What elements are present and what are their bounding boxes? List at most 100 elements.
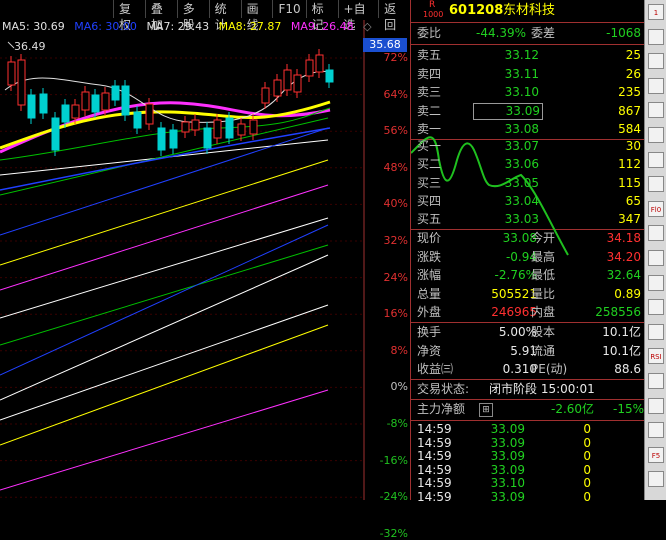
plus-icon[interactable]: [648, 422, 664, 439]
candle-body: [261, 87, 270, 104]
kline-chart-canvas[interactable]: [0, 0, 410, 535]
buy-level-price: 33.03: [504, 212, 539, 227]
stat-label: 净资: [417, 343, 442, 358]
buy-level-label: 买二: [417, 157, 442, 172]
tick-volume: 0: [583, 462, 591, 477]
grid-icon[interactable]: [648, 102, 664, 119]
tool-icon[interactable]: [648, 397, 664, 414]
stat-value: 0.310: [502, 362, 537, 376]
toolbar-zixuan[interactable]: +自选: [337, 0, 379, 32]
trend-icon[interactable]: [648, 77, 664, 94]
trade-status-row: 交易状态: 闭市阶段 15:00:01: [411, 380, 645, 399]
down-icon[interactable]: [648, 471, 664, 488]
buy-level-price: 33.07: [504, 139, 539, 153]
minute-chart-icon[interactable]: [648, 127, 664, 143]
stat-value: 5.91: [510, 343, 537, 358]
axis-tick-label: -16%: [379, 453, 408, 467]
toolbar-diejia[interactable]: 叠加: [144, 0, 177, 32]
stat-label: 流通: [531, 343, 556, 358]
stat-value: 88.6: [614, 362, 641, 376]
stat-label: 涨跌: [417, 249, 442, 264]
tick-time: 14:59: [417, 476, 452, 490]
ma-legend: MA5: 30.69 MA6: 30.00 MA7: 29.43 MA8: 27…: [2, 20, 378, 33]
stat-label: 涨幅: [417, 268, 442, 282]
f10-icon[interactable]: Fl0: [648, 200, 664, 217]
stat-value: 5.00%: [498, 325, 537, 339]
fan-line: [0, 159, 329, 266]
stat-label: 内盘: [531, 305, 556, 319]
tick-row: 14:59 33.09 0: [411, 436, 645, 450]
stats-icon[interactable]: [648, 299, 664, 316]
stat2-row: 净资 5.91 流通 10.1亿: [411, 342, 645, 361]
candle-body: [325, 69, 334, 83]
list-icon[interactable]: [648, 176, 664, 193]
f5-icon[interactable]: F5: [648, 446, 664, 463]
trade-status-label: 交易状态:: [417, 382, 470, 396]
tick-price: 33.09: [490, 422, 525, 436]
fz-icon[interactable]: [648, 250, 664, 266]
ma8-label: MA8: 27.87: [218, 20, 282, 33]
compare-icon[interactable]: [648, 53, 664, 70]
tick-time: 14:59: [417, 449, 452, 463]
toolbar-biaoji[interactable]: 标记: [305, 0, 338, 32]
sell-level-row[interactable]: 卖二 33.09 867: [411, 102, 645, 121]
candle-body: [101, 92, 110, 111]
stat-label: 最低: [531, 268, 556, 282]
sell-level-row: 卖五 33.12 25: [411, 46, 645, 65]
buy-level-volume: 30: [625, 139, 641, 153]
up-arrow-icon[interactable]: 1: [648, 4, 664, 20]
stat-row: 总量 505521 量比 0.89: [411, 285, 645, 304]
stat-value: 258556: [595, 305, 641, 319]
axis-tick-label: -24%: [379, 490, 408, 504]
toolbar-fuquan[interactable]: 复权: [113, 0, 145, 32]
r-badge: R: [429, 0, 436, 10]
stat-value: 505521: [491, 286, 537, 301]
candle-body: [169, 129, 178, 149]
stat-value: 34.20: [606, 249, 641, 264]
quote-panel: R 1000 601208 东材科技 委比 -44.39% 委差 -1068 交…: [410, 0, 645, 504]
sell-level-volume: 867: [618, 103, 641, 118]
tick-row: 14:59 33.09 0: [411, 463, 645, 477]
tick-price: 33.09: [490, 489, 525, 504]
tick-time: 14:59: [417, 462, 452, 477]
flash-icon[interactable]: [648, 28, 664, 45]
toolbar-duogu[interactable]: 多股: [176, 0, 209, 32]
tick-time: 14:59: [417, 435, 452, 450]
toolbar-tongji[interactable]: 统计: [208, 0, 241, 32]
candle-body: [273, 79, 282, 97]
ma5-label: MA5: 30.69: [2, 20, 65, 33]
ma6-label: MA6: 30.00: [74, 20, 137, 33]
toolbar-f10[interactable]: F10: [272, 0, 305, 18]
candle-body: [203, 127, 212, 149]
candle-body: [27, 94, 36, 119]
kline-icon[interactable]: [648, 151, 664, 168]
main-flow-toggle-icon[interactable]: ⊞: [479, 403, 493, 417]
kline-chart[interactable]: 复权 叠加 多股 统计 画线 F10 标记 +自选 返回 MA5: 30.69 …: [0, 0, 410, 540]
main-flow-row[interactable]: 主力净额 ⊞ -2.60亿 -15%: [411, 400, 645, 419]
stat2-row: 换手 5.00% 股本 10.1亿: [411, 323, 645, 342]
sell-level-price: 33.09: [473, 102, 543, 120]
sell-level-label: 卖四: [417, 66, 442, 81]
chart-toolbar: 复权 叠加 多股 统计 画线 F10 标记 +自选 返回: [113, 0, 410, 32]
tick-price: 33.09: [490, 435, 525, 450]
rsi-icon[interactable]: RSI: [648, 348, 664, 365]
legend-diamond-icon[interactable]: ◇: [363, 20, 371, 33]
info-icon[interactable]: [648, 323, 664, 340]
sell-level-volume: 25: [625, 48, 641, 62]
ma9-label: MA9: 26.48: [290, 20, 354, 33]
fan-line: [0, 254, 329, 401]
axis-tick-label: 72%: [383, 51, 408, 64]
stat-label: 今开: [531, 231, 556, 245]
sector-icon[interactable]: [648, 274, 664, 291]
table-icon[interactable]: [648, 225, 664, 242]
toolbar-fanhui[interactable]: 返回: [378, 0, 410, 32]
tick-row: 14:59 33.10 0: [411, 476, 645, 490]
buy-level-volume: 65: [625, 193, 641, 208]
candle-body: [121, 85, 130, 116]
move-icon[interactable]: [648, 373, 664, 389]
stock-subcode: 1000: [423, 10, 444, 19]
stat-row: 外盘 246965 内盘 258556: [411, 303, 645, 322]
toolbar-huaxian[interactable]: 画线: [240, 0, 273, 32]
sell-level-label: 卖五: [417, 48, 442, 62]
sell-level-volume: 235: [618, 85, 641, 99]
